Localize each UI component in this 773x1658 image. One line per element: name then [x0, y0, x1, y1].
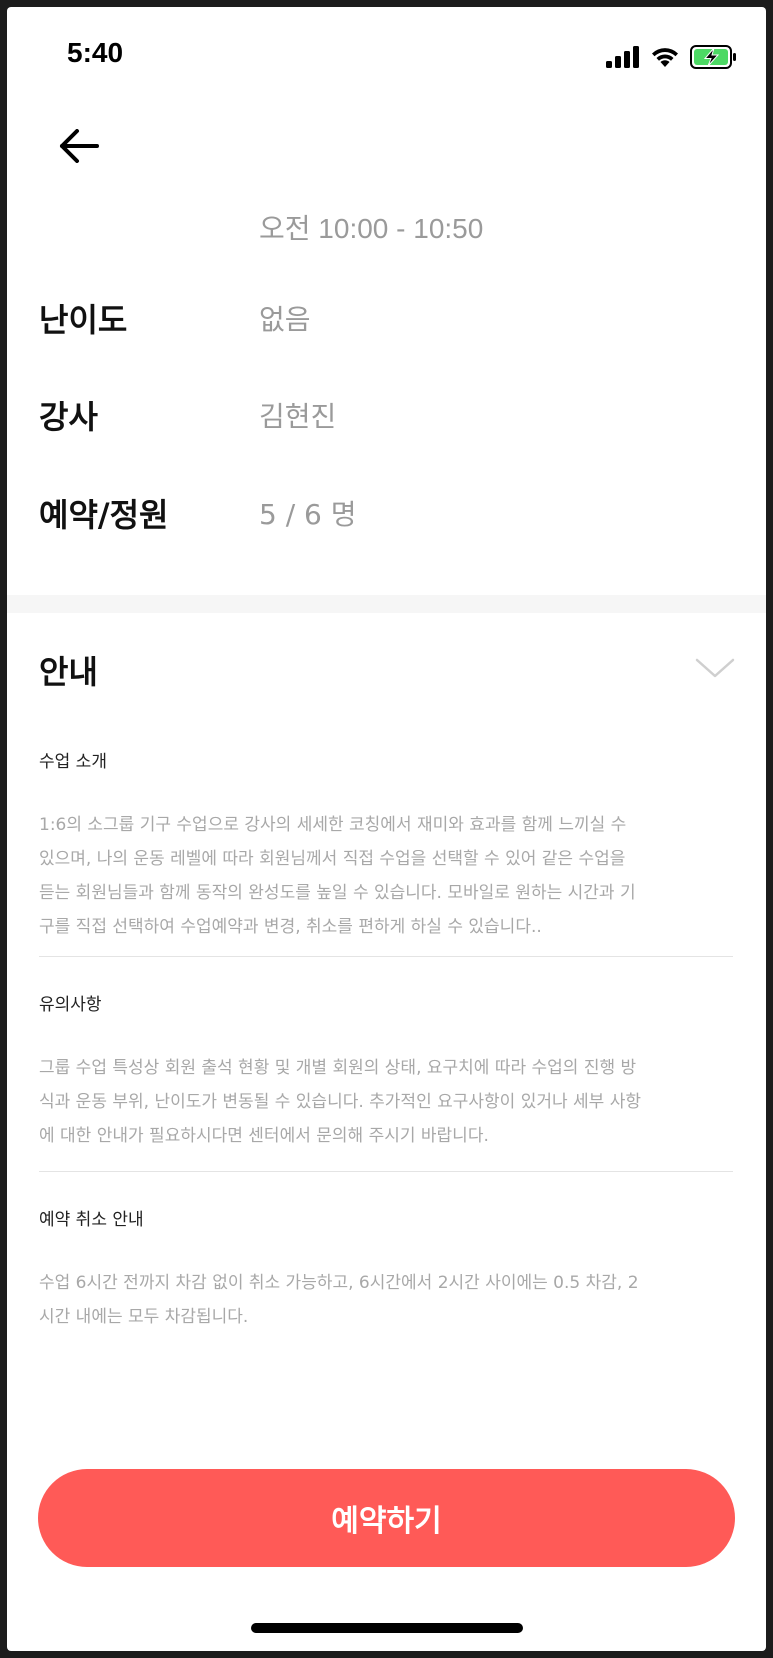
notice-section-cancellation: 예약 취소 안내 수업 6시간 전까지 차감 없이 취소 가능하고, 6시간에서…	[39, 1205, 741, 1334]
notice-text-line: 에 대한 안내가 필요하시다면 센터에서 문의해 주시기 바랍니다.	[39, 1126, 489, 1146]
notice-section-heading: 수업 소개	[39, 752, 107, 772]
info-label: 예약/정원	[39, 496, 169, 534]
notice-title: 안내	[39, 653, 98, 691]
notice-text-line: 수업 6시간 전까지 차감 없이 취소 가능하고, 6시간에서 2시간 사이에는…	[39, 1273, 639, 1293]
home-indicator	[251, 1623, 523, 1633]
notice-toggle-button[interactable]	[691, 650, 739, 690]
phone-screen: 5:40 오전 10:00 - 10:50 난이도 없음 강사 김현진 예약/정…	[7, 7, 766, 1651]
notice-text-line: 구를 직접 선택하여 수업예약과 변경, 취소를 편하게 하실 수 있습니다..	[39, 917, 542, 937]
notice-text-line: 시간 내에는 모두 차감됩니다.	[39, 1307, 249, 1327]
back-button[interactable]	[53, 122, 105, 174]
section-rule	[39, 1171, 733, 1172]
section-divider	[7, 595, 766, 613]
info-row-capacity: 예약/정원 5 / 6 명	[39, 483, 739, 543]
cellular-signal-icon	[606, 46, 640, 72]
info-row-instructor: 강사 김현진	[39, 385, 739, 445]
info-row-difficulty: 난이도 없음	[39, 288, 739, 348]
chevron-down-icon	[695, 657, 735, 683]
notice-section-heading: 유의사항	[39, 995, 102, 1015]
section-rule	[39, 956, 733, 957]
reserve-button[interactable]: 예약하기	[38, 1469, 735, 1567]
battery-charging-icon	[690, 45, 738, 73]
info-label: 강사	[39, 398, 98, 436]
class-time-range: 오전 10:00 - 10:50	[259, 213, 484, 244]
notice-text-line: 1:6의 소그룹 기구 수업으로 강사의 세세한 코칭에서 재미와 효과를 함께…	[39, 815, 627, 835]
notice-section-heading: 예약 취소 안내	[39, 1210, 144, 1230]
info-value: 김현진	[259, 400, 337, 433]
wifi-icon	[650, 46, 680, 72]
notice-text-line: 듣는 회원님들과 함께 동작의 완성도를 높일 수 있습니다. 모바일로 원하는…	[39, 883, 636, 903]
status-bar: 5:40	[7, 7, 766, 107]
info-value: 5 / 6 명	[259, 498, 357, 531]
notice-section-text: 그룹 수업 특성상 회원 출석 현황 및 개별 회원의 상태, 요구치에 따라 …	[39, 1051, 741, 1153]
status-icons	[606, 45, 738, 73]
arrow-left-icon	[59, 129, 99, 167]
notice-section-intro: 수업 소개 1:6의 소그룹 기구 수업으로 강사의 세세한 코칭에서 재미와 …	[39, 747, 741, 944]
info-label: 난이도	[39, 301, 128, 339]
notice-text-line: 있으며, 나의 운동 레벨에 따라 회원님께서 직접 수업을 선택할 수 있어 …	[39, 849, 626, 869]
status-time: 5:40	[67, 37, 124, 68]
notice-header[interactable]: 안내	[39, 647, 739, 693]
notice-text-line: 식과 운동 부위, 난이도가 변동될 수 있습니다. 추가적인 요구사항이 있거…	[39, 1092, 642, 1112]
notice-section-cautions: 유의사항 그룹 수업 특성상 회원 출석 현황 및 개별 회원의 상태, 요구치…	[39, 990, 741, 1153]
notice-section-text: 1:6의 소그룹 기구 수업으로 강사의 세세한 코칭에서 재미와 효과를 함께…	[39, 808, 741, 944]
notice-text-line: 그룹 수업 특성상 회원 출석 현황 및 개별 회원의 상태, 요구치에 따라 …	[39, 1058, 637, 1078]
notice-section-text: 수업 6시간 전까지 차감 없이 취소 가능하고, 6시간에서 2시간 사이에는…	[39, 1266, 741, 1334]
info-value: 없음	[259, 303, 311, 336]
